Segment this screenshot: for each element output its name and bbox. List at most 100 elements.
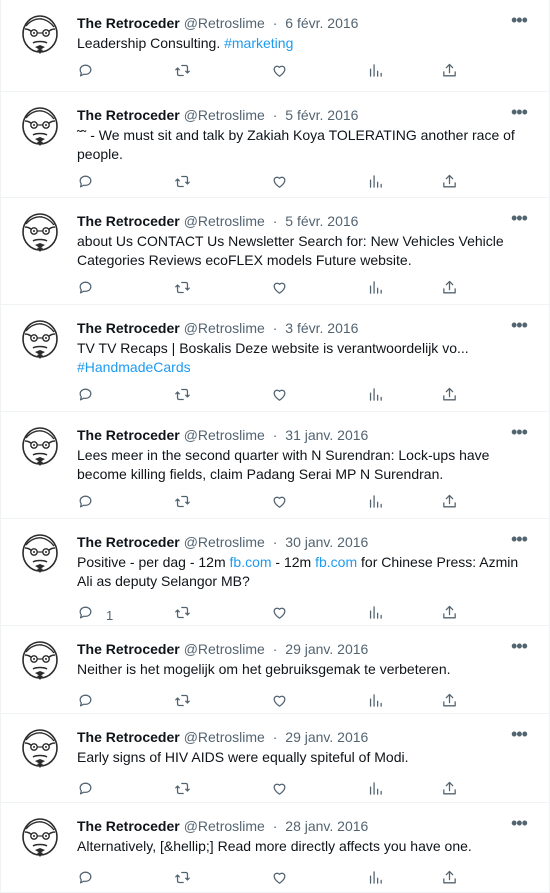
tweet-date[interactable]: 28 janv. 2016 [285, 818, 368, 834]
like-button[interactable] [271, 870, 288, 890]
date-separator: · [268, 729, 282, 745]
avatar[interactable] [17, 317, 63, 363]
author-name[interactable]: The Retroceder [77, 15, 180, 31]
tweet-date[interactable]: 31 janv. 2016 [285, 427, 368, 443]
author-handle[interactable]: @Retroslime [184, 818, 265, 834]
reply-button[interactable] [77, 280, 94, 300]
like-button[interactable] [271, 174, 288, 194]
like-button[interactable] [271, 693, 288, 713]
retweet-button[interactable] [174, 781, 191, 801]
share-button[interactable] [441, 494, 458, 514]
author-name[interactable]: The Retroceder [77, 534, 180, 550]
views-button[interactable] [367, 781, 384, 801]
retweet-icon [174, 869, 191, 891]
tweet-date[interactable]: 5 févr. 2016 [285, 107, 358, 123]
views-button[interactable] [367, 387, 384, 407]
tweet-date[interactable]: 3 févr. 2016 [285, 320, 358, 336]
tweet[interactable]: ••• The Retroceder @Retroslime · 6 févr. 2… [1, 0, 549, 92]
tweet[interactable]: ••• The Retroceder @Retroslime · 29 janv. … [1, 626, 549, 714]
author-name[interactable]: The Retroceder [77, 107, 180, 123]
author-handle[interactable]: @Retroslime [184, 15, 265, 31]
tweet[interactable]: ••• The Retroceder @Retroslime · 30 janv. … [1, 519, 549, 626]
views-button[interactable] [367, 693, 384, 713]
tweet-date[interactable]: 6 févr. 2016 [285, 15, 358, 31]
tweet-date[interactable]: 5 févr. 2016 [285, 213, 358, 229]
like-icon [271, 692, 288, 714]
tweet-link[interactable]: #HandmadeCards [77, 359, 191, 375]
retweet-button[interactable] [174, 387, 191, 407]
tweet-date[interactable]: 29 janv. 2016 [285, 641, 368, 657]
share-button[interactable] [441, 781, 458, 801]
reply-button[interactable] [77, 781, 94, 801]
like-button[interactable] [271, 63, 288, 83]
tweet-text: about Us CONTACT Us Newsletter Search fo… [77, 232, 529, 270]
reply-button[interactable] [77, 63, 94, 83]
like-button[interactable] [271, 280, 288, 300]
reply-button[interactable] [77, 387, 94, 407]
share-button[interactable] [441, 693, 458, 713]
retweet-button[interactable] [174, 174, 191, 194]
author-name[interactable]: The Retroceder [77, 213, 180, 229]
views-button[interactable] [367, 174, 384, 194]
reply-button[interactable] [77, 870, 94, 890]
tweet-link[interactable]: #marketing [224, 35, 293, 51]
tweet-actions [77, 174, 529, 194]
tweet-link[interactable]: fb.com [230, 554, 272, 570]
tweet[interactable]: ••• The Retroceder @Retroslime · 28 janv. … [1, 803, 549, 893]
retweet-button[interactable] [174, 494, 191, 514]
author-name[interactable]: The Retroceder [77, 427, 180, 443]
tweet-date[interactable]: 30 janv. 2016 [285, 534, 368, 550]
author-name[interactable]: The Retroceder [77, 818, 180, 834]
tweet-link[interactable]: fb.com [315, 554, 357, 570]
tweet[interactable]: ••• The Retroceder @Retroslime · 31 janv. … [1, 412, 549, 519]
author-handle[interactable]: @Retroslime [184, 107, 265, 123]
author-handle[interactable]: @Retroslime [184, 320, 265, 336]
retweet-button[interactable] [174, 870, 191, 890]
tweet[interactable]: ••• The Retroceder @Retroslime · 29 janv. … [1, 714, 549, 803]
reply-button[interactable] [77, 494, 94, 514]
avatar[interactable] [17, 815, 63, 861]
avatar[interactable] [17, 104, 63, 150]
retweet-button[interactable] [174, 605, 191, 625]
author-handle[interactable]: @Retroslime [184, 534, 265, 550]
avatar[interactable] [17, 210, 63, 256]
share-button[interactable] [441, 387, 458, 407]
author-name[interactable]: The Retroceder [77, 729, 180, 745]
avatar[interactable] [17, 12, 63, 58]
author-handle[interactable]: @Retroslime [184, 427, 265, 443]
share-button[interactable] [441, 174, 458, 194]
author-name[interactable]: The Retroceder [77, 641, 180, 657]
views-button[interactable] [367, 63, 384, 83]
avatar[interactable] [17, 531, 63, 577]
avatar[interactable] [17, 638, 63, 684]
tweet-date[interactable]: 29 janv. 2016 [285, 729, 368, 745]
retweet-button[interactable] [174, 63, 191, 83]
like-button[interactable] [271, 605, 288, 625]
share-button[interactable] [441, 280, 458, 300]
views-button[interactable] [367, 494, 384, 514]
tweet[interactable]: ••• The Retroceder @Retroslime · 5 févr. 2… [1, 198, 549, 305]
like-button[interactable] [271, 494, 288, 514]
tweet[interactable]: ••• The Retroceder @Retroslime · 3 févr. 2… [1, 305, 549, 412]
views-button[interactable] [367, 280, 384, 300]
avatar[interactable] [17, 726, 63, 772]
author-name[interactable]: The Retroceder [77, 320, 180, 336]
reply-button[interactable] [77, 174, 94, 194]
author-handle[interactable]: @Retroslime [184, 729, 265, 745]
author-handle[interactable]: @Retroslime [184, 641, 265, 657]
views-button[interactable] [367, 870, 384, 890]
author-handle[interactable]: @Retroslime [184, 213, 265, 229]
avatar[interactable] [17, 424, 63, 470]
reply-button[interactable] [77, 693, 94, 713]
share-button[interactable] [441, 605, 458, 625]
share-button[interactable] [441, 870, 458, 890]
retweet-button[interactable] [174, 280, 191, 300]
tweet[interactable]: ••• The Retroceder @Retroslime · 5 févr. 2… [1, 92, 549, 198]
tweet-header: The Retroceder @Retroslime · 6 févr. 2016 [77, 14, 529, 32]
views-button[interactable] [367, 605, 384, 625]
share-button[interactable] [441, 63, 458, 83]
retweet-button[interactable] [174, 693, 191, 713]
reply-button[interactable]: 1 [77, 605, 113, 625]
like-button[interactable] [271, 781, 288, 801]
like-button[interactable] [271, 387, 288, 407]
